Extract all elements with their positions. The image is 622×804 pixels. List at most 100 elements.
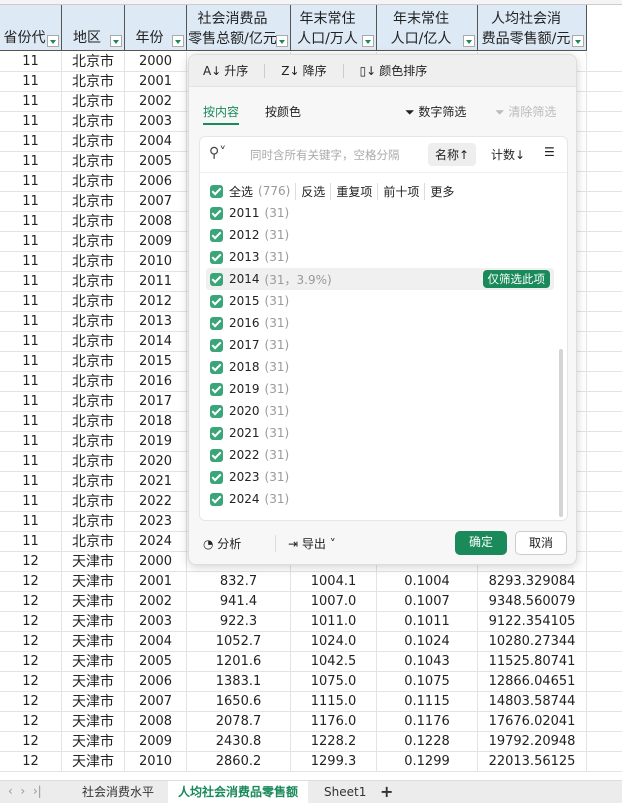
more-link[interactable]: 更多 — [424, 182, 459, 200]
empty-cell[interactable] — [587, 152, 622, 172]
empty-cell[interactable] — [587, 532, 622, 552]
empty-cell[interactable] — [587, 332, 622, 352]
table-cell[interactable]: 11525.80741 — [478, 652, 587, 672]
table-cell[interactable]: 2002 — [125, 92, 187, 112]
table-cell[interactable]: 天津市 — [62, 712, 125, 732]
table-cell[interactable]: 11 — [0, 312, 62, 332]
table-cell[interactable]: 2020 — [125, 452, 187, 472]
table-cell[interactable]: 北京市 — [62, 92, 125, 112]
table-cell[interactable]: 11 — [0, 212, 62, 232]
table-cell[interactable]: 12 — [0, 572, 62, 592]
table-cell[interactable]: 2009 — [125, 732, 187, 752]
table-cell[interactable]: 北京市 — [62, 492, 125, 512]
sheet-tab-0[interactable]: 社会消费水平 — [72, 781, 164, 804]
table-cell[interactable]: 11 — [0, 232, 62, 252]
table-cell[interactable]: 12 — [0, 552, 62, 572]
table-cell[interactable]: 北京市 — [62, 172, 125, 192]
table-cell[interactable]: 1201.6 — [187, 652, 291, 672]
table-cell[interactable]: 天津市 — [62, 752, 125, 772]
filter-dropdown-icon[interactable] — [463, 35, 475, 47]
table-cell[interactable]: 北京市 — [62, 372, 125, 392]
ok-button[interactable]: 确定 — [455, 531, 507, 555]
table-cell[interactable]: 北京市 — [62, 432, 125, 452]
table-cell[interactable]: 2860.2 — [187, 752, 291, 772]
table-cell[interactable]: 11 — [0, 192, 62, 212]
checkbox-checked-icon[interactable] — [210, 184, 223, 198]
filter-list-item[interactable]: 2023 (31) — [206, 466, 554, 488]
sort-ascending-button[interactable]: A↓ 升序 — [203, 62, 248, 79]
table-cell[interactable]: 1115.0 — [291, 692, 377, 712]
duplicates-link[interactable]: 重复项 — [330, 182, 377, 200]
table-cell[interactable]: 北京市 — [62, 272, 125, 292]
checkbox-checked-icon[interactable] — [210, 492, 223, 506]
select-all-item[interactable]: 全选 (776) 反选 重复项 前十项 更多 — [206, 180, 554, 202]
table-cell[interactable]: 12 — [0, 732, 62, 752]
table-cell[interactable]: 天津市 — [62, 732, 125, 752]
empty-cell[interactable] — [587, 272, 622, 292]
checkbox-checked-icon[interactable] — [210, 206, 223, 220]
empty-cell[interactable] — [587, 292, 622, 312]
table-cell[interactable]: 2013 — [125, 312, 187, 332]
table-cell[interactable]: 2008 — [125, 212, 187, 232]
filter-list-item[interactable]: 2022 (31) — [206, 444, 554, 466]
table-cell[interactable]: 2012 — [125, 292, 187, 312]
table-cell[interactable]: 11 — [0, 532, 62, 552]
tab-nav-arrows[interactable]: ‹ › ›| — [8, 784, 42, 798]
table-cell[interactable]: 天津市 — [62, 572, 125, 592]
checkbox-checked-icon[interactable] — [210, 382, 223, 396]
empty-cell[interactable] — [587, 132, 622, 152]
list-scrollbar[interactable] — [559, 349, 563, 517]
add-sheet-button[interactable]: + — [380, 782, 393, 801]
table-cell[interactable]: 14803.58744 — [478, 692, 587, 712]
table-cell[interactable]: 12 — [0, 752, 62, 772]
checkbox-checked-icon[interactable] — [210, 316, 223, 330]
search-icon[interactable]: ⚲˅ — [209, 145, 226, 161]
table-cell[interactable]: 2005 — [125, 152, 187, 172]
table-cell[interactable]: 2000 — [125, 552, 187, 572]
table-cell[interactable]: 北京市 — [62, 132, 125, 152]
table-cell[interactable]: 北京市 — [62, 292, 125, 312]
table-cell[interactable]: 11 — [0, 272, 62, 292]
empty-cell[interactable] — [587, 752, 622, 772]
table-cell[interactable]: 北京市 — [62, 352, 125, 372]
table-cell[interactable]: 2011 — [125, 272, 187, 292]
list-settings-icon[interactable]: ☰ — [544, 145, 555, 159]
empty-cell[interactable] — [587, 72, 622, 92]
filter-dropdown-icon[interactable] — [47, 35, 59, 47]
sheet-tab-2[interactable]: Sheet1 — [314, 781, 376, 804]
table-cell[interactable]: 2078.7 — [187, 712, 291, 732]
table-cell[interactable]: 天津市 — [62, 672, 125, 692]
table-cell[interactable]: 10280.27344 — [478, 632, 587, 652]
filter-list-item[interactable]: 2011 (31) — [206, 202, 554, 224]
table-cell[interactable]: 0.1299 — [377, 752, 478, 772]
table-cell[interactable]: 2008 — [125, 712, 187, 732]
empty-cell[interactable] — [587, 552, 622, 572]
empty-cell[interactable] — [587, 312, 622, 332]
table-cell[interactable]: 11 — [0, 372, 62, 392]
filter-list-item[interactable]: 2016 (31) — [206, 312, 554, 334]
empty-cell[interactable] — [587, 392, 622, 412]
table-cell[interactable]: 北京市 — [62, 392, 125, 412]
table-cell[interactable]: 0.1115 — [377, 692, 478, 712]
table-cell[interactable]: 0.1011 — [377, 612, 478, 632]
filter-list-item[interactable]: 2017 (31) — [206, 334, 554, 356]
checkbox-checked-icon[interactable] — [210, 294, 223, 308]
table-cell[interactable]: 1299.3 — [291, 752, 377, 772]
empty-cell[interactable] — [587, 472, 622, 492]
table-cell[interactable]: 北京市 — [62, 112, 125, 132]
top-ten-link[interactable]: 前十项 — [377, 182, 424, 200]
table-cell[interactable]: 2000 — [125, 52, 187, 72]
filter-list-item[interactable]: 2013 (31) — [206, 246, 554, 268]
empty-cell[interactable] — [587, 432, 622, 452]
empty-cell[interactable] — [587, 632, 622, 652]
table-cell[interactable]: 天津市 — [62, 552, 125, 572]
table-cell[interactable]: 11 — [0, 252, 62, 272]
column-header-1[interactable]: 地区 — [62, 5, 125, 51]
table-cell[interactable]: 11 — [0, 92, 62, 112]
table-cell[interactable]: 11 — [0, 452, 62, 472]
checkbox-checked-icon[interactable] — [210, 404, 223, 418]
table-cell[interactable]: 12 — [0, 672, 62, 692]
table-cell[interactable]: 941.4 — [187, 592, 291, 612]
checkbox-checked-icon[interactable] — [210, 338, 223, 352]
table-cell[interactable]: 2010 — [125, 752, 187, 772]
